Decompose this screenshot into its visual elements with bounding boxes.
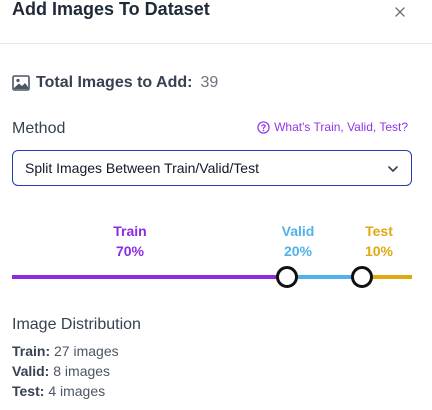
distribution-label: Valid: xyxy=(12,363,50,379)
method-label: Method xyxy=(12,120,66,137)
total-images-label: Total Images to Add: xyxy=(36,74,193,91)
train-valid-handle[interactable] xyxy=(276,266,298,288)
valid-split-percent: 20% xyxy=(283,243,313,259)
dialog-header: Add Images To Dataset xyxy=(0,0,432,44)
distribution-title: Image Distribution xyxy=(12,316,141,333)
method-select[interactable]: Split Images Between Train/Valid/Test xyxy=(12,150,412,186)
test-split-percent: 10% xyxy=(364,243,394,259)
train-split-label: Train 70% xyxy=(100,221,160,261)
valid-split-name: Valid xyxy=(281,223,315,239)
valid-split-label: Valid 20% xyxy=(268,221,328,261)
distribution-row-train: Train: 27 images xyxy=(12,342,119,360)
distribution-row-test: Test: 4 images xyxy=(12,382,105,400)
valid-test-handle[interactable] xyxy=(351,266,373,288)
split-slider[interactable] xyxy=(12,263,412,291)
chevron-down-icon xyxy=(388,166,398,172)
distribution-row-valid: Valid: 8 images xyxy=(12,362,110,380)
close-icon[interactable] xyxy=(391,3,409,21)
distribution-value: 8 images xyxy=(53,363,111,379)
train-segment xyxy=(12,275,287,279)
total-images-count: 39 xyxy=(200,74,219,91)
distribution-label: Test: xyxy=(12,383,45,399)
distribution-label: Train: xyxy=(12,343,51,359)
question-circle-icon xyxy=(257,120,270,134)
help-link[interactable]: What's Train, Valid, Test? xyxy=(257,120,408,134)
image-icon xyxy=(12,75,30,91)
test-split-label: Test 10% xyxy=(349,221,409,261)
distribution-value: 4 images xyxy=(48,383,106,399)
dialog-title: Add Images To Dataset xyxy=(12,0,210,19)
method-select-value: Split Images Between Train/Valid/Test xyxy=(25,160,259,176)
distribution-value: 27 images xyxy=(54,343,119,359)
help-link-text: What's Train, Valid, Test? xyxy=(274,120,408,134)
train-split-percent: 70% xyxy=(115,243,145,259)
total-images-row: Total Images to Add: 39 xyxy=(12,72,218,94)
test-split-name: Test xyxy=(365,223,393,239)
train-split-name: Train xyxy=(113,223,147,239)
